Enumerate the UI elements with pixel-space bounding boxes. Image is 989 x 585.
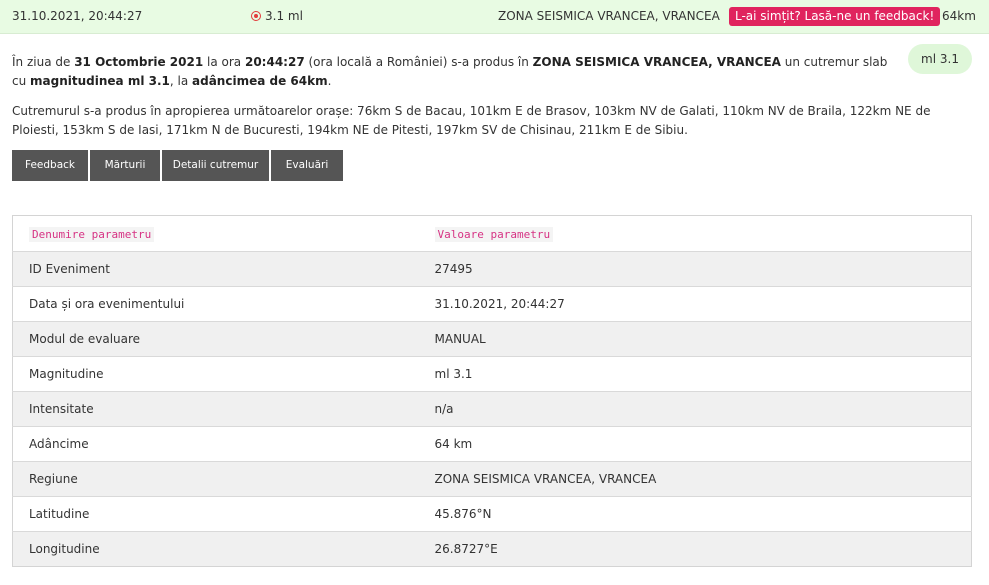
magnitude-pill: ml 3.1	[908, 44, 972, 74]
event-datetime: 31.10.2021, 20:44:27	[12, 9, 143, 23]
table-header-row: Denumire parametru Valoare parametru	[12, 215, 972, 252]
header-param-value-label: Valoare parametru	[434, 226, 554, 242]
summary-text: .	[327, 74, 332, 88]
tab-marturii[interactable]: Mărturii	[90, 150, 160, 181]
summary-text: În ziua de	[12, 55, 75, 69]
table-row: Data și ora evenimentului 31.10.2021, 20…	[12, 286, 972, 322]
quake-icon	[251, 11, 261, 21]
table-row: ID Eveniment 27495	[12, 251, 972, 287]
param-value: ZONA SEISMICA VRANCEA, VRANCEA	[418, 461, 972, 497]
param-value: MANUAL	[418, 321, 972, 357]
param-value: 45.876°N	[418, 496, 972, 532]
param-value: n/a	[418, 391, 972, 427]
summary-region: ZONA SEISMICA VRANCEA, VRANCEA	[532, 55, 781, 69]
param-name: Data și ora evenimentului	[12, 286, 419, 322]
tab-detalii-cutremur[interactable]: Detalii cutremur	[162, 150, 269, 181]
header-param-name: Denumire parametru	[12, 215, 419, 252]
header-param-value: Valoare parametru	[418, 215, 972, 252]
feedback-badge-button[interactable]: L-ai simțit? Lasă-ne un feedback!	[729, 7, 941, 26]
summary-date: 31 Octombrie 2021	[74, 55, 204, 69]
nearby-cities-text: Cutremurul s-a produs în apropierea urmă…	[12, 104, 931, 137]
table-row: Intensitate n/a	[12, 391, 972, 427]
tab-evaluari[interactable]: Evaluări	[271, 150, 343, 181]
summary-magnitude: magnitudinea ml 3.1	[30, 74, 170, 88]
param-value: 27495	[418, 251, 972, 287]
table-row: Regiune ZONA SEISMICA VRANCEA, VRANCEA	[12, 461, 972, 497]
param-name: ID Eveniment	[12, 251, 419, 287]
param-name: Adâncime	[12, 426, 419, 462]
tab-feedback[interactable]: Feedback	[12, 150, 88, 181]
event-magnitude-value: 3.1 ml	[265, 9, 303, 23]
parameters-table: Denumire parametru Valoare parametru ID …	[12, 215, 972, 567]
table-row: Modul de evaluare MANUAL	[12, 321, 972, 357]
table-row: Longitudine 26.8727°E	[12, 531, 972, 567]
param-name: Intensitate	[12, 391, 419, 427]
param-name: Longitudine	[12, 531, 419, 567]
summary-text: , la	[169, 74, 193, 88]
param-value: 31.10.2021, 20:44:27	[418, 286, 972, 322]
table-row: Magnitudine ml 3.1	[12, 356, 972, 392]
table-row: Adâncime 64 km	[12, 426, 972, 462]
summary-time: 20:44:27	[244, 55, 305, 69]
summary-text: (ora locală a României) s-a produs în	[304, 55, 533, 69]
event-header-bar: 31.10.2021, 20:44:27 3.1 ml ZONA SEISMIC…	[0, 0, 989, 34]
event-tabs: Feedback Mărturii Detalii cutremur Evalu…	[12, 150, 343, 181]
param-value: 26.8727°E	[418, 531, 972, 567]
table-row: Latitudine 45.876°N	[12, 496, 972, 532]
summary-depth: adâncimea de 64km	[192, 74, 328, 88]
param-name: Latitudine	[12, 496, 419, 532]
param-value: 64 km	[418, 426, 972, 462]
param-name: Modul de evaluare	[12, 321, 419, 357]
param-name: Magnitudine	[12, 356, 419, 392]
event-summary: În ziua de 31 Octombrie 2021 la ora 20:4…	[12, 53, 892, 91]
param-name: Regiune	[12, 461, 419, 497]
summary-text: la ora	[203, 55, 245, 69]
event-region: ZONA SEISMICA VRANCEA, VRANCEA	[498, 9, 720, 23]
param-value: ml 3.1	[418, 356, 972, 392]
header-param-name-label: Denumire parametru	[29, 226, 155, 242]
event-magnitude: 3.1 ml	[251, 9, 303, 23]
event-depth: 64km	[942, 9, 976, 23]
